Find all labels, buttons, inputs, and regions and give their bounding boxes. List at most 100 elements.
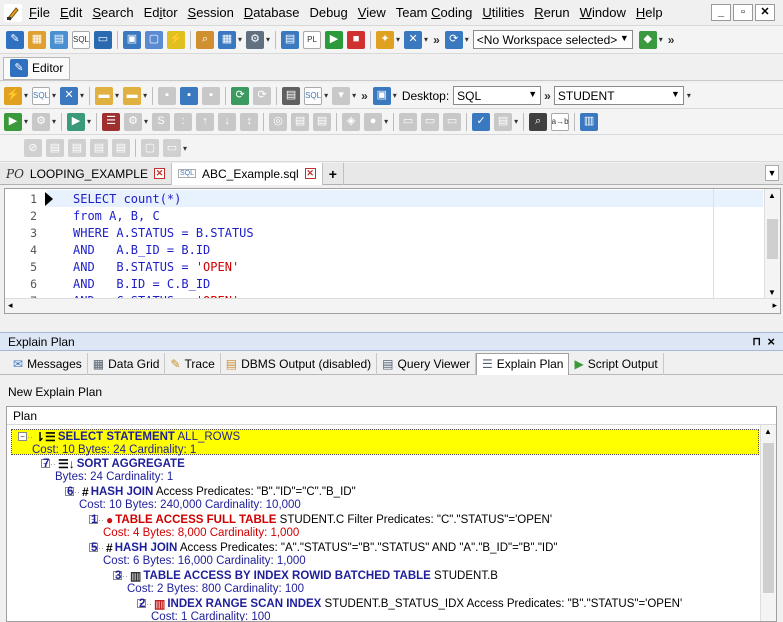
scroll-up-icon[interactable]: ▲ xyxy=(764,427,772,436)
auto-commit-icon[interactable]: ▤ xyxy=(46,139,64,157)
menu-view[interactable]: View xyxy=(353,0,391,26)
schema-browser-icon[interactable]: ▦ xyxy=(28,30,46,49)
compare-icon[interactable]: ✕ xyxy=(404,30,423,49)
plan-node[interactable]: 6− ·· # HASH JOIN Access Predicates: "B"."I… xyxy=(7,485,356,512)
tab-abc-example-sql[interactable]: SQL ABC_Example.sql ✕ xyxy=(171,162,323,185)
stop-icon[interactable]: ■ xyxy=(347,30,366,49)
menu-team-coding[interactable]: Team Coding xyxy=(391,0,478,26)
close-tab-icon[interactable]: ✕ xyxy=(153,168,165,179)
commit-icon[interactable]: ↑ xyxy=(196,112,215,131)
menu-help[interactable]: Help xyxy=(631,0,668,26)
menu-window[interactable]: Window xyxy=(575,0,631,26)
editor-toolbar-overflow-chevron-icon[interactable]: » xyxy=(361,89,368,103)
minimize-window-button[interactable]: _ xyxy=(711,4,731,21)
editor-scroll-thumb[interactable] xyxy=(767,219,778,259)
code-analysis-icon[interactable]: ◎ xyxy=(269,112,288,131)
desktop-select[interactable]: SQL ▼ xyxy=(453,86,542,105)
output-icon[interactable]: ▤ xyxy=(68,139,86,157)
layout-icon[interactable]: ▭ xyxy=(163,139,181,157)
object-search-icon[interactable]: ⌕ xyxy=(196,30,214,49)
tab-explain-plan[interactable]: ☰ Explain Plan xyxy=(476,352,570,375)
breakpoint-icon[interactable]: ● xyxy=(364,112,383,131)
format-sql-icon[interactable]: SQL xyxy=(304,86,323,105)
menu-file[interactable]: File xyxy=(24,0,55,26)
execute-statement-icon[interactable]: ▶ xyxy=(4,112,22,131)
desktop-icon[interactable]: ▣ xyxy=(372,86,391,105)
export-icon[interactable]: ▤ xyxy=(281,30,300,49)
editor-vertical-scrollbar[interactable]: ▲ ▼ xyxy=(764,189,780,299)
menu-debug[interactable]: Debug xyxy=(304,0,352,26)
add-tab-button[interactable]: + xyxy=(323,162,344,185)
menu-search[interactable]: Search xyxy=(87,0,138,26)
tab-dbms-output-disabled[interactable]: ▤ DBMS Output (disabled) xyxy=(221,352,378,375)
close-panel-icon[interactable]: × xyxy=(767,334,775,349)
explain-plan-tree[interactable]: Plan − ·· ⇂☰ SELECT STATEMENT ALL_ROWS Cost:… xyxy=(6,406,777,622)
collapse-node-icon[interactable]: − xyxy=(18,432,27,442)
tab-query-viewer[interactable]: ▤ Query Viewer xyxy=(377,352,476,375)
workspace-manage-icon[interactable]: ◆ xyxy=(638,30,657,49)
stop-execution-icon[interactable]: ⊘ xyxy=(24,139,42,157)
sql-editor[interactable]: 1234567 SELECT count(*)from A, B, CWHERE… xyxy=(4,188,781,314)
format-options-icon[interactable]: ▾ xyxy=(332,86,351,105)
refresh-icon[interactable]: ⟳ xyxy=(231,86,250,105)
save-as-icon[interactable]: ▪ xyxy=(180,86,199,105)
paste-icon[interactable]: ▭ xyxy=(421,112,440,131)
scroll-right-icon[interactable]: ▸ xyxy=(772,300,777,311)
sync-icon[interactable]: ⟳ xyxy=(253,86,272,105)
monitor-icon[interactable]: ▢ xyxy=(145,30,163,49)
workspace-icon[interactable]: ⟳ xyxy=(444,30,463,49)
plan-node[interactable]: 2− ·· ▥ INDEX RANGE SCAN INDEX STUDENT.B_ST… xyxy=(7,597,682,621)
menu-utilities[interactable]: Utilities xyxy=(477,0,529,26)
editor-icon[interactable]: ▤ xyxy=(50,30,68,49)
debug-icon[interactable]: ◈ xyxy=(342,112,361,131)
workspace-select[interactable]: <No Workspace selected> ▼ xyxy=(472,30,633,49)
bookmark-icon[interactable]: ▤ xyxy=(494,112,513,131)
menu-rerun[interactable]: Rerun xyxy=(529,0,574,26)
menu-edit[interactable]: Edit xyxy=(55,0,87,26)
window-icon[interactable]: ▭ xyxy=(94,30,112,49)
new-sql-icon[interactable]: SQL xyxy=(32,86,51,105)
plan-node[interactable]: 3− ·· ▥ TABLE ACCESS BY INDEX ROWID BATCHED… xyxy=(7,569,498,596)
plan-vertical-scrollbar[interactable]: ▲ xyxy=(760,425,776,621)
restore-window-button[interactable]: ▫ xyxy=(733,4,753,21)
report-icon[interactable]: ▦ xyxy=(218,30,236,49)
sql-optimize-icon[interactable]: S xyxy=(152,112,171,131)
run-icon[interactable]: ▶ xyxy=(325,30,344,49)
rollback-icon[interactable]: ↓ xyxy=(218,112,237,131)
sql-editor-icon[interactable]: SQL xyxy=(72,30,90,49)
plan-node[interactable]: 5− ·· # HASH JOIN Access Predicates: "A"."S… xyxy=(7,541,558,568)
menu-session[interactable]: Session xyxy=(183,0,239,26)
close-tab-icon[interactable]: ✕ xyxy=(304,168,316,179)
close-window-button[interactable]: ✕ xyxy=(755,4,775,21)
scroll-left-icon[interactable]: ◂ xyxy=(8,300,13,311)
plan-scroll-thumb[interactable] xyxy=(763,443,774,593)
menu-database[interactable]: Database xyxy=(239,0,305,26)
save-icon[interactable]: ▪ xyxy=(158,86,177,105)
flash-icon[interactable]: ⚡ xyxy=(167,30,185,49)
find-icon[interactable]: ⌕ xyxy=(529,112,548,131)
toolbar-overflow-chevron-icon-2[interactable]: » xyxy=(668,33,675,47)
copy-icon[interactable]: ▭ xyxy=(399,112,418,131)
code-format-icon[interactable]: ▤ xyxy=(291,112,310,131)
tab-messages[interactable]: ✉ Messages xyxy=(8,352,88,375)
desktop-overflow-chevron-icon[interactable]: » xyxy=(544,89,551,103)
editor-horizontal-scrollbar[interactable]: ◂ ▸ xyxy=(5,298,780,313)
explain-plan-toolbar-icon[interactable]: ☰ xyxy=(102,112,121,131)
open-folder-icon[interactable]: ▬ xyxy=(95,86,114,105)
open-recent-icon[interactable]: ▬ xyxy=(123,86,142,105)
tab-looping-example[interactable]: PO LOOPING_EXAMPLE ✕ xyxy=(0,162,172,185)
lock-icon[interactable]: ▢ xyxy=(141,139,159,157)
menu-editor[interactable]: Editor xyxy=(139,0,183,26)
print-icon[interactable]: ▤ xyxy=(282,86,301,105)
tab-data-grid[interactable]: ▦ Data Grid xyxy=(88,352,166,375)
save-all-icon[interactable]: ▪ xyxy=(202,86,221,105)
history-icon[interactable]: ▤ xyxy=(90,139,108,157)
tab-script-output[interactable]: ▶ Script Output xyxy=(569,352,664,375)
pin-panel-icon[interactable]: ⊓ xyxy=(752,335,761,348)
tab-list-dropdown[interactable]: ▼ xyxy=(765,165,779,181)
scroll-down-icon[interactable]: ▼ xyxy=(768,288,776,297)
transaction-icon[interactable]: ↕ xyxy=(240,112,259,131)
session-browser-icon[interactable]: ▣ xyxy=(123,30,141,49)
plsql-icon[interactable]: PL xyxy=(303,30,322,49)
checklist-icon[interactable]: ✓ xyxy=(472,112,491,131)
